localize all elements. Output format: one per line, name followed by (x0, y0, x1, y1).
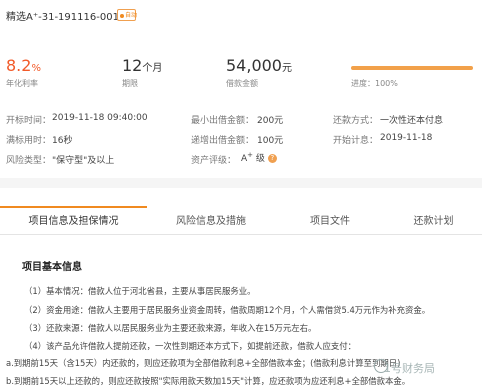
info-line-4: （4）该产品允许借款人提前还款，一次性到期还本方式下，如提前还款，借款人应支付： (24, 341, 356, 351)
loan-amount-unit: 元 (281, 63, 292, 74)
info-line-3: （3）还款来源：借款人以居民服务业为主要还款来源，年收入在15万元左右。 (24, 323, 317, 333)
loan-amount-label: 借款金额 (226, 79, 258, 88)
asset-grade-value: A+ 级 ? (241, 151, 277, 164)
info-line-6: b.到期前15天以上还款的，则应还款按照"实际用款天数加15天"计算，应还款项为… (6, 376, 411, 386)
term-label: 期限 (122, 79, 138, 88)
help-icon[interactable]: ? (267, 154, 277, 163)
loan-amount-value: 54,000 (226, 56, 282, 75)
auto-badge: 自动 (117, 9, 138, 21)
risk-type-label: 风险类型： (6, 156, 52, 166)
term: 12个月 (122, 56, 162, 75)
increment-label: 递增出借金额： (191, 136, 255, 146)
interest-start-value: 2019-11-18 (380, 133, 433, 143)
tabs-underline (0, 234, 482, 235)
progress-label: 进度：100% (351, 79, 398, 88)
tab-risk-info[interactable]: 风险信息及措施 (147, 212, 275, 231)
term-unit: 个月 (142, 63, 163, 74)
annual-rate-value: 8.2 (6, 56, 32, 75)
min-amount-value: 200元 (257, 116, 284, 126)
auto-icon (120, 13, 124, 18)
repay-method-value: 一次性还本付息 (380, 116, 444, 126)
active-tab-indicator (0, 206, 147, 208)
tab-project-info[interactable]: 项目信息及担保情况 (0, 212, 147, 231)
asset-grade-label: 资产评级： (191, 156, 237, 166)
term-value: 12 (122, 56, 143, 75)
repay-method-label: 还款方式： (333, 116, 379, 126)
tab-repay-plan[interactable]: 还款计划 (385, 212, 482, 231)
watermark-text: 1号财务局 (384, 362, 435, 375)
annual-rate-label: 年化利率 (6, 79, 38, 88)
section-divider (0, 178, 482, 188)
progress-bar (351, 66, 473, 70)
info-line-1: （1）基本情况：借款人位于河北省县，主要从事居民服务业。 (24, 286, 256, 296)
start-time-label: 开标时间： (6, 116, 52, 126)
tab-project-files[interactable]: 项目文件 (275, 212, 385, 231)
full-time-value: 16秒 (52, 136, 73, 146)
full-time-label: 满标用时： (6, 136, 52, 146)
loan-amount: 54,000元 (226, 56, 292, 75)
section-title: 项目基本信息 (22, 262, 82, 273)
info-line-5: a.到期前15天（含15天）内还款的，则应还款项为全部借款利息+全部借款本金；(… (6, 358, 401, 368)
grade-suffix: 级 (253, 154, 265, 164)
project-title: 精选A⁺-31-191116-001 (6, 12, 119, 23)
info-line-2: （2）资金用途：借款人主要用于居民服务业资金周转，借款周期12个月，个人需借贷5… (24, 305, 431, 315)
risk-type-value: "保守型"及以上 (52, 156, 115, 166)
interest-start-label: 开始计息： (333, 136, 379, 146)
increment-value: 100元 (257, 136, 284, 146)
annual-rate: 8.2% (6, 56, 41, 75)
annual-rate-unit: % (31, 63, 41, 74)
min-amount-label: 最小出借金额： (191, 116, 255, 126)
start-time-value: 2019-11-18 09:40:00 (52, 113, 148, 123)
auto-badge-label: 自动 (125, 12, 138, 19)
